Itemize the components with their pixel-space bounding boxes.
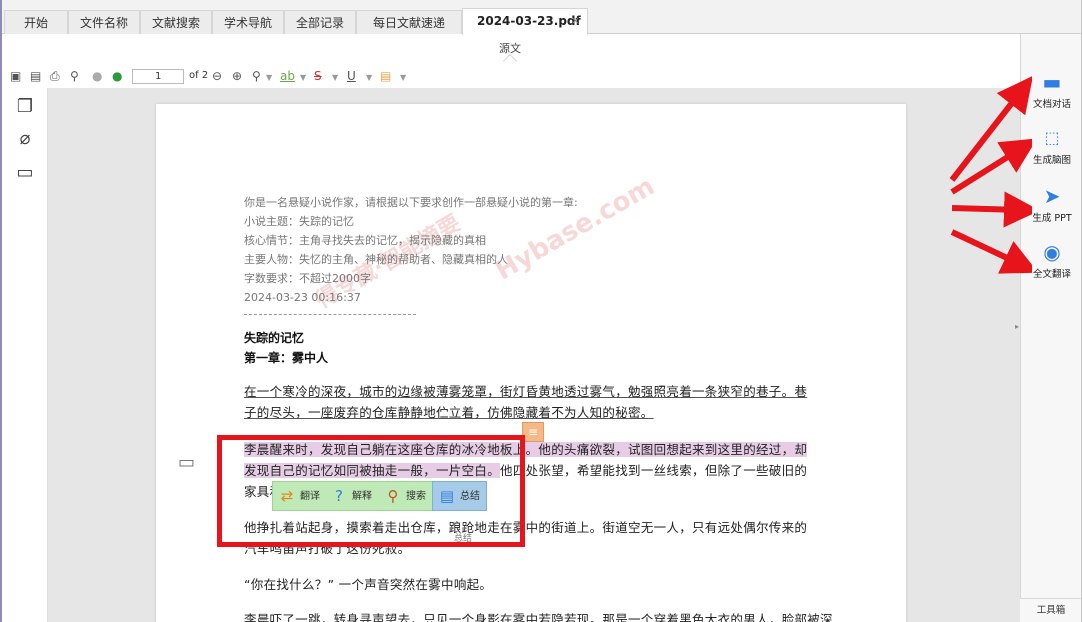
- tab-label: 每日文献速递: [372, 16, 445, 30]
- highlight-icon[interactable]: ab: [280, 69, 295, 83]
- document-canvas[interactable]: 得专藏·智能摘要 Hybase.com 你是一名悬疑小说作家，请根据以下要求创作…: [48, 88, 1020, 622]
- chapter-title: 第一章：雾中人: [244, 351, 329, 365]
- pdf-reader-window: 开始 文件名称 文献搜索 学术导航 全部记录 每日文献速递 2024-03-23…: [0, 0, 1082, 622]
- paragraph-text: 在一个寒冷的深夜，城市的边缘被薄雾笼罩，街灯昏黄地透过雾气，勉强照亮着一条狭窄的…: [244, 384, 808, 420]
- prompt-line: 小说主题：失踪的记忆: [244, 215, 354, 228]
- find-icon[interactable]: ⚲: [70, 69, 79, 83]
- mindmap-icon: ⬚: [1044, 128, 1060, 147]
- tab-label: 学术导航: [223, 16, 272, 30]
- dropdown-arrow-icon[interactable]: ▼: [300, 71, 306, 85]
- comments-icon[interactable]: ▭: [14, 162, 36, 184]
- page-total: of 2: [189, 70, 209, 81]
- tab-daily-literature[interactable]: 每日文献速递: [356, 10, 462, 34]
- watermark-url: Hybase.com: [490, 171, 660, 287]
- annotation-highlight-box: [217, 435, 525, 547]
- tab-label: 全部记录: [295, 16, 344, 30]
- pages-icon[interactable]: ❐: [14, 96, 36, 118]
- chat-icon: ▬: [1042, 70, 1062, 94]
- tab-bar: 开始 文件名称 文献搜索 学术导航 全部记录 每日文献速递 2024-03-23…: [2, 0, 1081, 35]
- tab-file-name[interactable]: 文件名称: [68, 10, 140, 34]
- divider: [244, 314, 416, 315]
- attachment-icon[interactable]: ⌀: [14, 128, 36, 150]
- prompt-timestamp: 2024-03-23 00:16:37: [244, 291, 361, 304]
- tab-academic-nav[interactable]: 学术导航: [212, 10, 284, 34]
- dropdown-arrow-icon[interactable]: ▼: [366, 71, 372, 85]
- zoom-select-icon[interactable]: ⚲: [252, 69, 261, 83]
- strikethrough-icon[interactable]: S: [314, 69, 322, 83]
- pdf-toolbar: ▣ ▤ ⎙ ⚲ ● ● of 2 ⊖ ⊕ ⚲ ▼ ab ▼ S ▼ U ▼ ▤ …: [2, 66, 1020, 86]
- comment-icon[interactable]: ▭: [178, 452, 195, 473]
- note-icon[interactable]: ▤: [380, 69, 391, 83]
- prev-page-icon[interactable]: ●: [92, 69, 102, 83]
- paragraph-5[interactable]: 李晨吓了一跳，转身寻声望去，只见一个身影在雾中若隐若现。那是一个穿着黑色大衣的男…: [244, 609, 833, 622]
- paragraph-1[interactable]: 在一个寒冷的深夜，城市的边缘被薄雾笼罩，街灯昏黄地透过雾气，勉强照亮着一条狭窄的…: [244, 381, 814, 423]
- prompt-line: 字数要求：不超过2000字: [244, 272, 371, 285]
- arrow-to-ppt: [951, 191, 1032, 228]
- close-tab-icon[interactable]: ×: [571, 9, 580, 33]
- next-page-icon[interactable]: ●: [112, 69, 122, 83]
- toolbox-button[interactable]: 工具箱: [1020, 598, 1081, 622]
- tab-label: 开始: [23, 16, 48, 30]
- left-sidebar: ❐ ⌀ ▭: [2, 88, 48, 622]
- tab-label: 文献搜索: [151, 16, 200, 30]
- paragraph-4[interactable]: “你在找什么？” 一个声音突然在雾中响起。: [244, 574, 814, 595]
- dropdown-arrow-icon[interactable]: ▼: [400, 71, 406, 85]
- zoom-in-icon[interactable]: ⊕: [232, 69, 242, 83]
- prompt-line: 你是一名悬疑小说作家，请根据以下要求创作一部悬疑小说的第一章:: [244, 196, 578, 209]
- save-as-icon[interactable]: ▤: [30, 69, 41, 83]
- dropdown-arrow-icon[interactable]: ▼: [266, 71, 272, 85]
- ppt-icon: ➤: [1043, 184, 1061, 208]
- tab-all-records[interactable]: 全部记录: [284, 10, 356, 34]
- page-number-input[interactable]: [132, 69, 184, 84]
- underline-icon[interactable]: U: [347, 69, 356, 83]
- prompt-line: 核心情节：主角寻找失去的记忆，揭示隐藏的真相: [244, 234, 486, 247]
- tab-literature-search[interactable]: 文献搜索: [140, 10, 212, 34]
- prompt-line: 主要人物：失忆的主角、神秘的帮助者、隐藏真相的人: [244, 253, 508, 266]
- document-title: 失踪的记忆: [244, 331, 305, 345]
- tab-start[interactable]: 开始: [4, 10, 68, 34]
- tab-pdf-document[interactable]: 2024-03-23.pdf ×: [462, 8, 588, 35]
- globe-icon: ◉: [1043, 240, 1061, 264]
- paragraph-text: 李晨吓了一跳，转身寻声望去，只见一个身影在雾中若隐若现。那是一个穿着黑色大衣的男…: [244, 612, 833, 622]
- paragraph-text: “你在找什么？” 一个声音突然在雾中响起。: [244, 577, 493, 592]
- dropdown-arrow-icon[interactable]: ▼: [332, 71, 338, 85]
- zoom-out-icon[interactable]: ⊖: [212, 69, 222, 83]
- tab-label: 文件名称: [79, 16, 128, 30]
- arrow-to-translate: [950, 229, 1032, 274]
- collapse-arrow-icon[interactable]: ▸: [1015, 322, 1019, 331]
- save-icon[interactable]: ▣: [10, 69, 21, 83]
- print-icon[interactable]: ⎙: [50, 69, 60, 83]
- tab-label: 2024-03-23.pdf: [477, 14, 581, 28]
- annotation-arrows: [949, 75, 1032, 274]
